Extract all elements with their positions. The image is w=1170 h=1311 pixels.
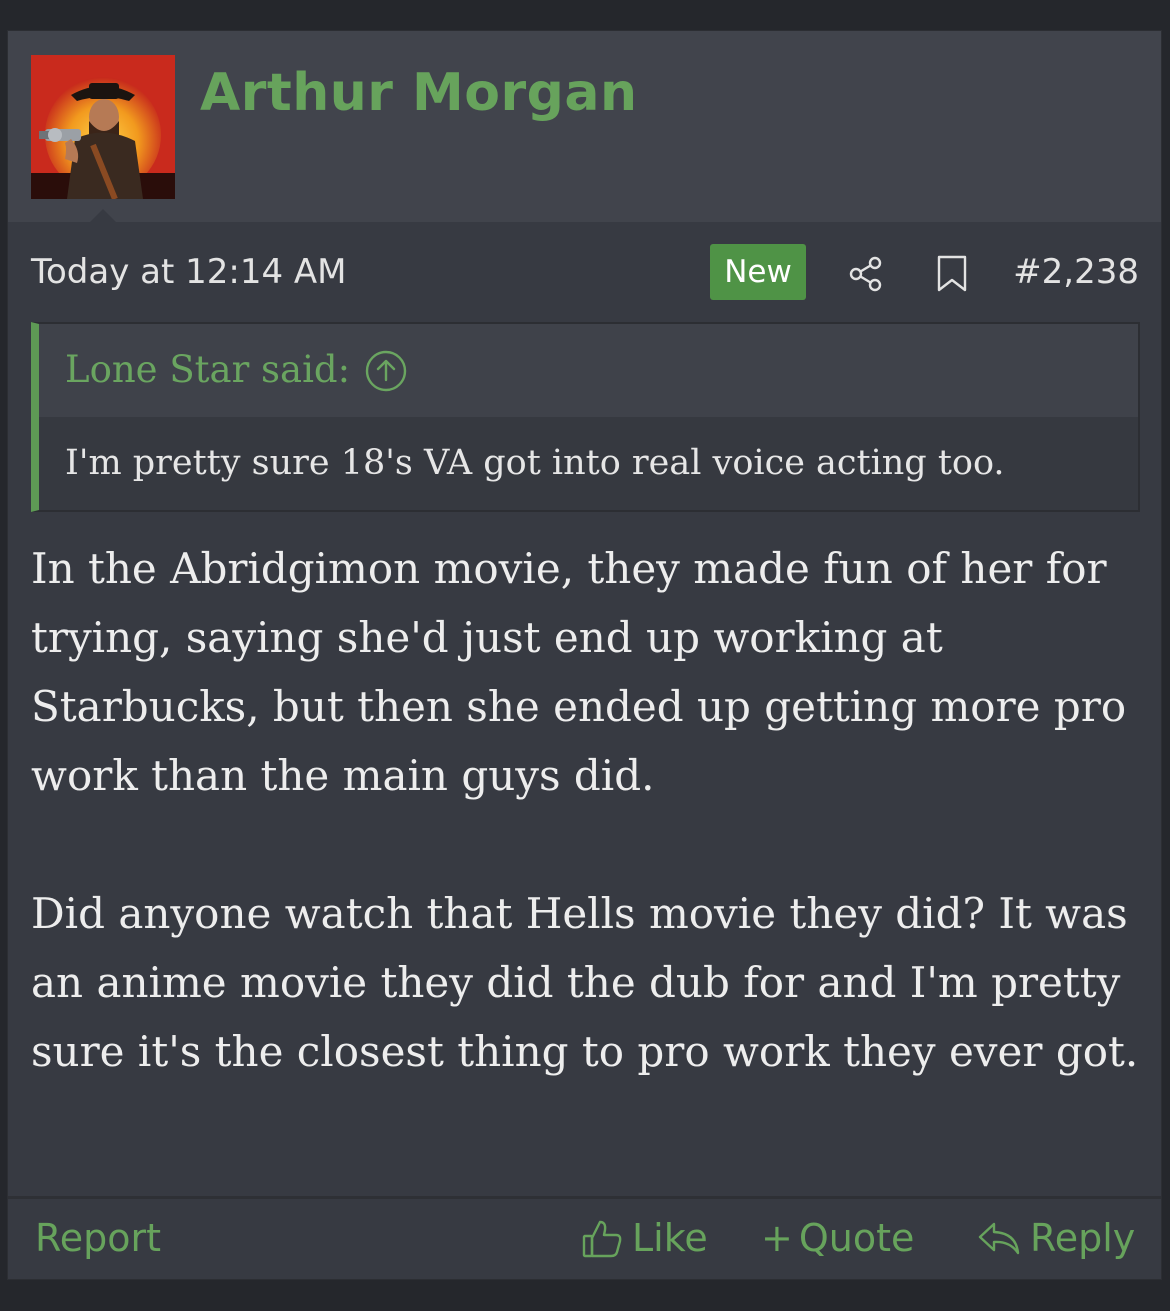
avatar-notch bbox=[90, 209, 116, 222]
avatar[interactable] bbox=[31, 55, 175, 199]
quote-text: I'm pretty sure 18's VA got into real vo… bbox=[65, 443, 1005, 483]
user-header: Arthur Morgan bbox=[8, 31, 1161, 222]
post-actions: Report Like + Quote Reply bbox=[8, 1199, 1161, 1279]
message-paragraph: Did anyone watch that Hells movie they d… bbox=[31, 889, 1139, 1076]
quoted-post: Lone Star said: I'm pretty sure 18's VA … bbox=[31, 322, 1140, 512]
post-meta-row: Today at 12:14 AM New #2,238 bbox=[8, 222, 1161, 322]
arrow-up-circle-icon[interactable] bbox=[364, 349, 408, 393]
post-timestamp[interactable]: Today at 12:14 AM bbox=[31, 252, 347, 292]
message-paragraph: In the Abridgimon movie, they made fun o… bbox=[31, 544, 1127, 800]
reply-arrow-icon bbox=[978, 1222, 1020, 1255]
new-badge: New bbox=[710, 244, 806, 300]
quote-author[interactable]: Lone Star said: bbox=[65, 348, 350, 392]
post-number-link[interactable]: #2,238 bbox=[1013, 252, 1139, 292]
quote-button[interactable]: + Quote bbox=[761, 1213, 914, 1263]
share-icon[interactable] bbox=[846, 254, 886, 294]
post-card: Arthur Morgan Today at 12:14 AM New #2,2… bbox=[7, 30, 1162, 1280]
plus-icon: + bbox=[761, 1216, 793, 1260]
reply-label: Reply bbox=[1030, 1216, 1136, 1260]
bookmark-icon[interactable] bbox=[935, 254, 969, 294]
thumbs-up-icon bbox=[582, 1220, 622, 1258]
quote-label: Quote bbox=[798, 1216, 915, 1260]
report-link[interactable]: Report bbox=[35, 1213, 161, 1263]
message-body: In the Abridgimon movie, they made fun o… bbox=[31, 534, 1141, 1086]
username[interactable]: Arthur Morgan bbox=[200, 59, 637, 127]
like-label: Like bbox=[632, 1216, 708, 1260]
quote-header: Lone Star said: bbox=[39, 324, 1138, 417]
like-button[interactable]: Like bbox=[580, 1213, 708, 1263]
reply-button[interactable]: Reply bbox=[976, 1213, 1135, 1263]
